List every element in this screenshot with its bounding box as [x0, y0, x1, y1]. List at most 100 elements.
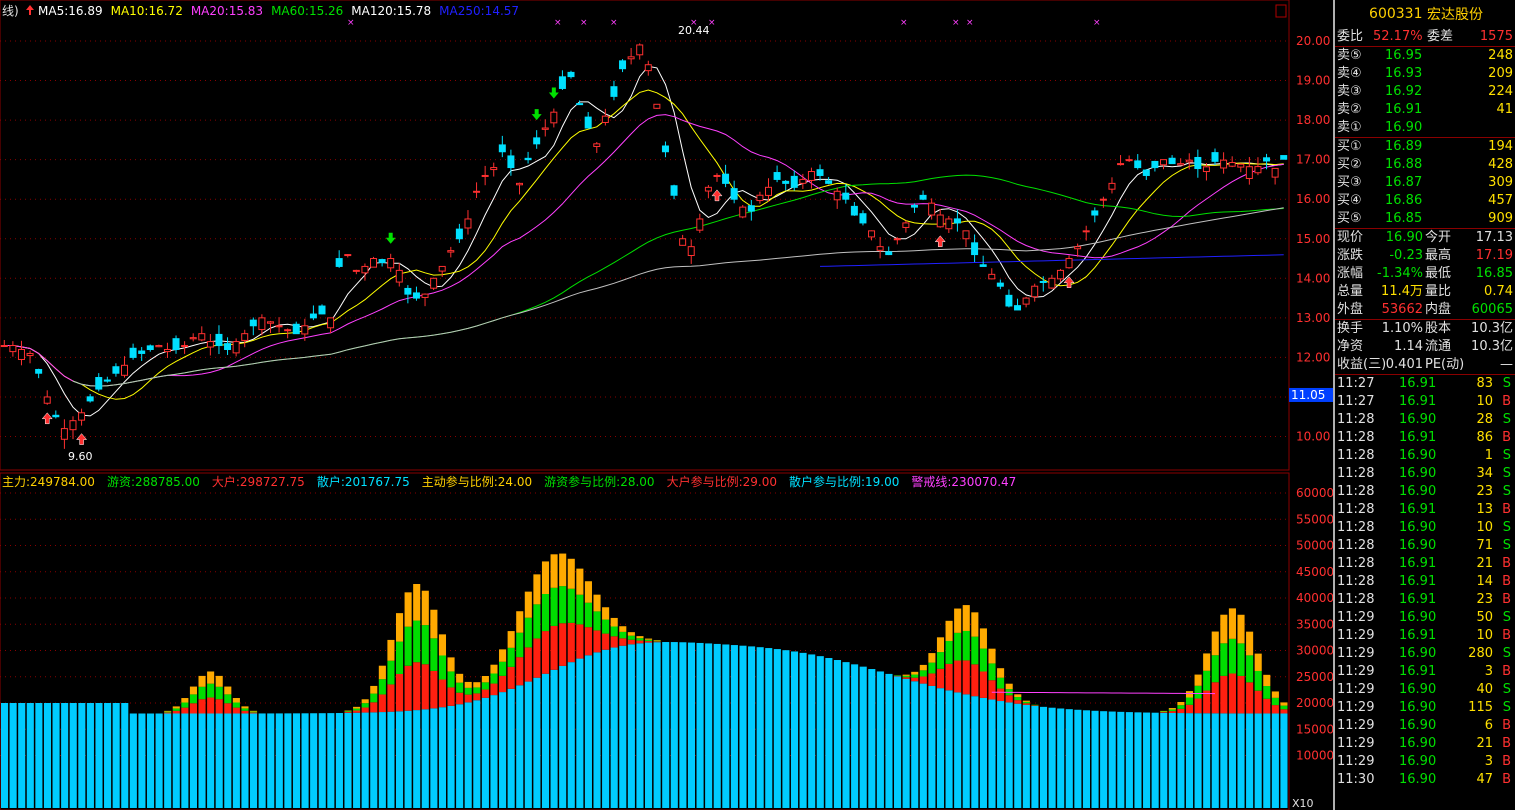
retail-bar[interactable] [1125, 712, 1133, 808]
hot-money-bar[interactable] [215, 686, 223, 700]
main-force-bar[interactable] [490, 664, 498, 674]
big-holder-bar[interactable] [1168, 711, 1176, 713]
main-force-bar[interactable] [430, 609, 438, 639]
candle-body[interactable] [327, 317, 335, 329]
hot-money-bar[interactable] [1254, 670, 1262, 691]
hot-money-bar[interactable] [172, 708, 180, 711]
hot-money-bar[interactable] [945, 640, 953, 664]
hot-money-bar[interactable] [207, 683, 215, 698]
big-holder-bar[interactable] [559, 623, 567, 666]
main-force-bar[interactable] [1220, 614, 1228, 644]
retail-bar[interactable] [739, 645, 747, 808]
retail-bar[interactable] [1108, 711, 1116, 808]
retail-bar[interactable] [1263, 713, 1271, 808]
main-force-bar[interactable] [456, 673, 464, 683]
retail-bar[interactable] [662, 642, 670, 808]
candle-body[interactable] [412, 292, 420, 299]
candle-body[interactable] [515, 182, 523, 186]
big-holder-bar[interactable] [979, 671, 987, 698]
retail-bar[interactable] [679, 642, 687, 808]
candle-body[interactable] [9, 345, 17, 353]
candle-body[interactable] [1159, 159, 1167, 166]
big-holder-bar[interactable] [421, 664, 429, 710]
main-force-bar[interactable] [584, 581, 592, 603]
retail-bar[interactable] [1048, 707, 1056, 808]
main-force-bar[interactable] [1160, 710, 1168, 712]
hot-money-bar[interactable] [378, 679, 386, 695]
candle-body[interactable] [507, 155, 515, 169]
candle-body[interactable] [816, 169, 824, 176]
hot-money-bar[interactable] [550, 587, 558, 626]
candle-body[interactable] [146, 345, 154, 350]
candle-body[interactable] [404, 287, 412, 295]
candle-body[interactable] [790, 175, 798, 188]
retail-bar[interactable] [224, 713, 232, 808]
candle-body[interactable] [833, 190, 841, 201]
candle-body[interactable] [825, 180, 833, 184]
big-holder-bar[interactable] [456, 692, 464, 705]
retail-bar[interactable] [971, 696, 979, 808]
hot-money-bar[interactable] [1177, 705, 1185, 709]
retail-bar[interactable] [576, 658, 584, 808]
retail-bar[interactable] [121, 702, 129, 808]
retail-bar[interactable] [327, 713, 335, 808]
main-force-bar[interactable] [215, 675, 223, 687]
candle-body[interactable] [1211, 152, 1219, 162]
retail-bar[interactable] [851, 664, 859, 808]
candle-body[interactable] [765, 186, 773, 196]
hot-money-bar[interactable] [971, 636, 979, 665]
retail-bar[interactable] [1065, 709, 1073, 808]
candle-body[interactable] [206, 341, 214, 348]
hot-money-bar[interactable] [344, 711, 352, 713]
retail-bar[interactable] [35, 703, 43, 808]
retail-bar[interactable] [61, 702, 69, 808]
candle-body[interactable] [610, 86, 618, 97]
hot-money-bar[interactable] [954, 632, 962, 661]
candle-body[interactable] [1254, 166, 1262, 174]
big-holder-bar[interactable] [198, 699, 206, 714]
retail-bar[interactable] [181, 713, 189, 808]
hot-money-bar[interactable] [456, 682, 464, 693]
retail-bar[interactable] [1168, 712, 1176, 808]
big-holder-bar[interactable] [490, 683, 498, 696]
big-holder-bar[interactable] [507, 666, 515, 689]
hot-money-bar[interactable] [447, 671, 455, 688]
main-force-bar[interactable] [1185, 691, 1194, 698]
hot-money-bar[interactable] [430, 638, 438, 671]
retail-bar[interactable] [979, 697, 987, 808]
big-holder-bar[interactable] [1014, 700, 1022, 704]
big-holder-bar[interactable] [919, 676, 927, 684]
big-holder-bar[interactable] [164, 712, 172, 714]
main-force-bar[interactable] [1246, 631, 1254, 656]
retail-bar[interactable] [919, 683, 927, 808]
hot-money-bar[interactable] [1280, 705, 1288, 710]
main-force-bar[interactable] [1168, 708, 1176, 710]
big-holder-bar[interactable] [911, 677, 919, 682]
candle-body[interactable] [533, 137, 541, 145]
candle-body[interactable] [318, 305, 326, 315]
candle-body[interactable] [868, 230, 876, 238]
main-force-bar[interactable] [567, 558, 575, 589]
candle-body[interactable] [490, 167, 498, 171]
retail-bar[interactable] [816, 656, 824, 808]
main-force-bar[interactable] [1280, 702, 1288, 706]
retail-bar[interactable] [413, 710, 421, 808]
main-force-bar[interactable] [1014, 694, 1022, 698]
hot-money-bar[interactable] [404, 626, 412, 666]
retail-bar[interactable] [241, 713, 249, 808]
retail-bar[interactable] [730, 645, 738, 808]
candle-body[interactable] [1065, 258, 1073, 269]
candle-body[interactable] [653, 103, 661, 109]
candle-body[interactable] [627, 56, 635, 60]
candle-body[interactable] [601, 115, 609, 123]
candle-body[interactable] [1220, 159, 1228, 169]
candle-body[interactable] [26, 352, 34, 357]
hot-money-bar[interactable] [1211, 655, 1219, 683]
hot-money-bar[interactable] [997, 677, 1005, 689]
main-force-bar[interactable] [395, 613, 404, 642]
main-force-bar[interactable] [997, 668, 1005, 678]
retail-bar[interactable] [481, 697, 489, 808]
candle-body[interactable] [395, 269, 403, 283]
candle-body[interactable] [910, 204, 918, 208]
retail-bar[interactable] [868, 669, 876, 808]
